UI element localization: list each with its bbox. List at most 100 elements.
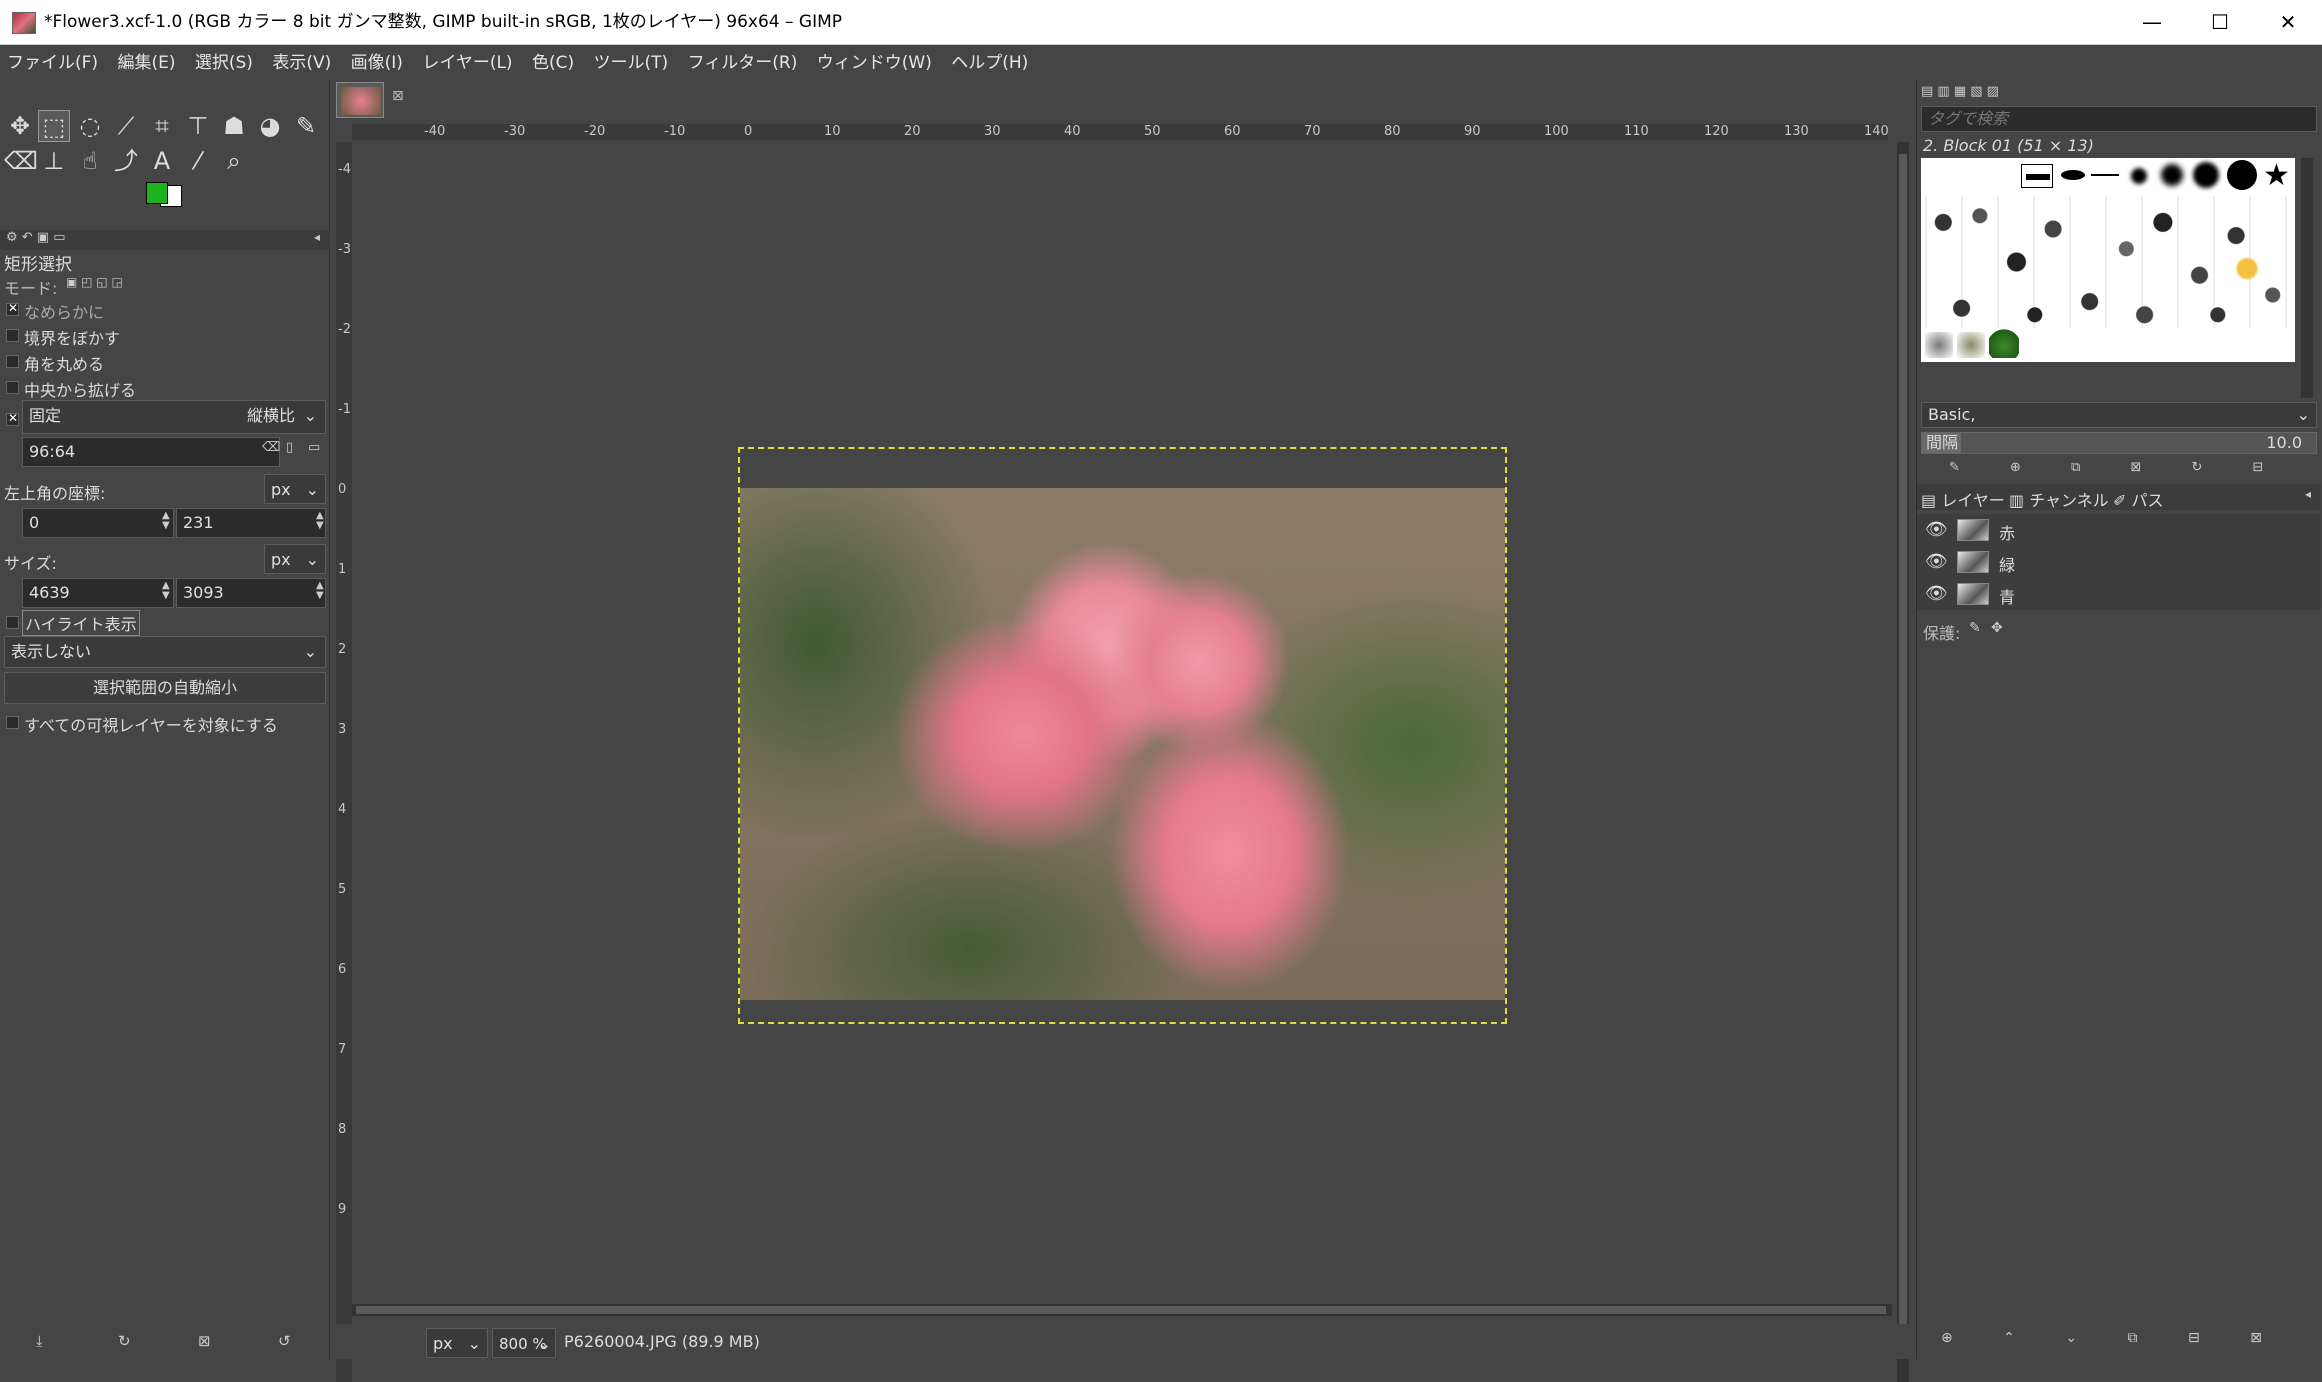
brush-item[interactable] — [2061, 170, 2085, 180]
brush-item[interactable] — [2193, 162, 2219, 188]
menu-image[interactable]: 画像(I) — [344, 46, 410, 80]
crop-tool-icon[interactable]: ⌗ — [146, 110, 178, 142]
fixed-checkbox[interactable] — [6, 411, 19, 426]
warp-transform-tool-icon[interactable]: ☗ — [218, 110, 250, 142]
brush-item[interactable] — [1925, 332, 1953, 358]
visibility-eye-icon[interactable]: 👁 — [1925, 519, 1948, 541]
position-x-spinner[interactable]: ▲ ▼ — [162, 511, 170, 531]
lock-position-icon[interactable]: ✥ — [1991, 620, 2003, 636]
feather-checkbox[interactable] — [6, 329, 19, 342]
menu-filters[interactable]: フィルター(R) — [681, 46, 805, 80]
size-width-field[interactable]: 4639 — [22, 578, 174, 608]
vertical-scrollbar[interactable] — [1897, 142, 1909, 1382]
zoom-tool-icon[interactable]: ⌕ — [218, 145, 250, 177]
free-select-tool-icon[interactable]: ◌ — [74, 110, 106, 142]
size-unit-dropdown[interactable]: px ⌄ — [264, 544, 326, 574]
layer-row-blue[interactable]: 👁 青 — [1917, 578, 2321, 610]
tool-options-tab-icon[interactable]: ⚙ ↶ ▣ ▭ — [6, 230, 66, 245]
position-y-field[interactable]: 231 — [176, 508, 326, 538]
vertical-scroll-thumb[interactable] — [1899, 154, 1907, 1344]
color-picker-tool-icon[interactable]: ⁄ — [182, 145, 214, 177]
guides-dropdown[interactable]: 表示しない ⌄ — [4, 636, 326, 668]
bucket-fill-tool-icon[interactable]: ◕ — [254, 110, 286, 142]
landscape-icon[interactable]: ▭ — [308, 440, 320, 455]
auto-shrink-button[interactable]: 選択範囲の自動縮小 — [4, 672, 326, 704]
move-tool-icon[interactable]: ✥ — [4, 110, 36, 142]
menu-select[interactable]: 選択(S) — [188, 46, 260, 80]
restore-options-icon[interactable]: ↻ — [118, 1332, 131, 1350]
portrait-icon[interactable]: ▯ — [286, 440, 293, 455]
menu-layer[interactable]: レイヤー(L) — [415, 46, 519, 80]
menu-colors[interactable]: 色(C) — [525, 46, 581, 80]
brush-item[interactable] — [2227, 160, 2257, 190]
menu-edit[interactable]: 編集(E) — [110, 46, 182, 80]
position-x-field[interactable]: 0 — [22, 508, 174, 538]
size-height-spinner[interactable]: ▲ ▼ — [316, 581, 324, 601]
brush-presets-area[interactable] — [1925, 196, 2291, 328]
smudge-tool-icon[interactable]: ☝ — [74, 145, 106, 177]
tab-channels[interactable]: ▥ チャンネル — [2009, 487, 2109, 511]
brush-item-selected[interactable] — [2021, 164, 2053, 188]
menu-help[interactable]: ヘルプ(H) — [944, 46, 1035, 80]
brush-list-scrollbar[interactable] — [2301, 158, 2313, 398]
size-width-spinner[interactable]: ▲ ▼ — [162, 581, 170, 601]
image-tab-thumbnail[interactable] — [336, 82, 384, 118]
brush-preset-dropdown[interactable]: Basic, ⌄ — [1921, 402, 2317, 428]
mode-buttons[interactable]: ▣ ◰ ◱ ◲ — [66, 275, 123, 289]
paintbrush-tool-icon[interactable]: ✎ — [290, 110, 322, 142]
all-layers-checkbox[interactable] — [6, 716, 19, 729]
brush-item[interactable] — [2091, 174, 2119, 176]
fuzzy-select-tool-icon[interactable]: ⟋ — [110, 110, 142, 142]
maximize-button[interactable]: ☐ — [2186, 0, 2254, 45]
menu-file[interactable]: ファイル(F) — [0, 46, 105, 80]
foreground-color-swatch[interactable] — [146, 182, 168, 204]
brush-actions-bar[interactable]: ✎ ⊕ ⧉ ⊠ ↻ ⊟ — [1921, 460, 2317, 482]
rounded-corners-checkbox[interactable] — [6, 355, 19, 368]
position-y-spinner[interactable]: ▲ ▼ — [316, 511, 324, 531]
rect-select-tool-icon[interactable]: ⬚ — [38, 110, 70, 142]
zoom-dropdown[interactable]: 800 % ⌄ — [492, 1328, 556, 1358]
horizontal-scroll-thumb[interactable] — [356, 1306, 1886, 1314]
size-height-field[interactable]: 3093 — [176, 578, 326, 608]
brush-grid[interactable]: ★ — [1921, 158, 2295, 362]
brush-dock-tab-icons[interactable]: ▤ ▥ ▦ ▧ ▨ — [1921, 84, 1999, 99]
brush-item[interactable] — [2161, 164, 2183, 186]
save-options-icon[interactable]: ⤓ — [36, 1332, 43, 1350]
delete-options-icon[interactable]: ⊠ — [198, 1332, 211, 1350]
minimize-button[interactable]: — — [2118, 0, 2186, 45]
unified-transform-tool-icon[interactable]: ⊤ — [182, 110, 214, 142]
menu-tools[interactable]: ツール(T) — [587, 46, 676, 80]
antialias-checkbox[interactable] — [6, 301, 19, 316]
highlight-checkbox[interactable] — [6, 616, 19, 629]
spacing-slider[interactable]: 間隔 10.0 — [1921, 432, 2317, 454]
dock-menu-icon[interactable]: ◂ — [314, 230, 320, 244]
menu-windows[interactable]: ウィンドウ(W) — [810, 46, 939, 80]
visibility-eye-icon[interactable]: 👁 — [1925, 583, 1948, 605]
tag-search-input[interactable]: タグで検索 — [1921, 106, 2317, 132]
fixed-mode-dropdown[interactable]: 固定 縦横比 ⌄ — [22, 400, 326, 434]
selection-marquee[interactable] — [738, 447, 1507, 1024]
lock-pixels-icon[interactable]: ✎ — [1969, 620, 1981, 636]
brush-item[interactable] — [2131, 168, 2147, 184]
text-tool-icon[interactable]: A — [146, 145, 178, 177]
paths-tool-icon[interactable]: ⤴ — [110, 145, 142, 177]
layers-actions-bar[interactable]: ⊕ ⌃ ⌄ ⧉ ⊟ ⊠ — [1917, 1330, 2321, 1354]
clear-field-icon[interactable]: ⌫ — [262, 440, 280, 455]
close-image-tab-icon[interactable]: ⊠ — [392, 88, 404, 104]
close-button[interactable]: ✕ — [2254, 0, 2322, 45]
menu-view[interactable]: 表示(V) — [265, 46, 338, 80]
layer-row-red[interactable]: 👁 赤 — [1917, 514, 2321, 546]
pepper-brush-icon[interactable] — [1989, 328, 2019, 358]
unit-dropdown[interactable]: px ⌄ — [426, 1328, 488, 1358]
position-unit-dropdown[interactable]: px ⌄ — [264, 474, 326, 504]
eraser-tool-icon[interactable]: ⌫ — [4, 145, 38, 177]
clone-tool-icon[interactable]: ⊥ — [38, 145, 70, 177]
dock-menu-icon[interactable]: ◂ — [2305, 487, 2311, 501]
visibility-eye-icon[interactable]: 👁 — [1925, 551, 1948, 573]
star-brush-icon[interactable]: ★ — [2263, 158, 2290, 193]
brush-item[interactable] — [1957, 332, 1985, 358]
expand-center-checkbox[interactable] — [6, 381, 19, 394]
layer-row-green[interactable]: 👁 緑 — [1917, 546, 2321, 578]
tab-paths[interactable]: ✐ パス — [2113, 487, 2164, 511]
reset-options-icon[interactable]: ↺ — [278, 1332, 291, 1350]
